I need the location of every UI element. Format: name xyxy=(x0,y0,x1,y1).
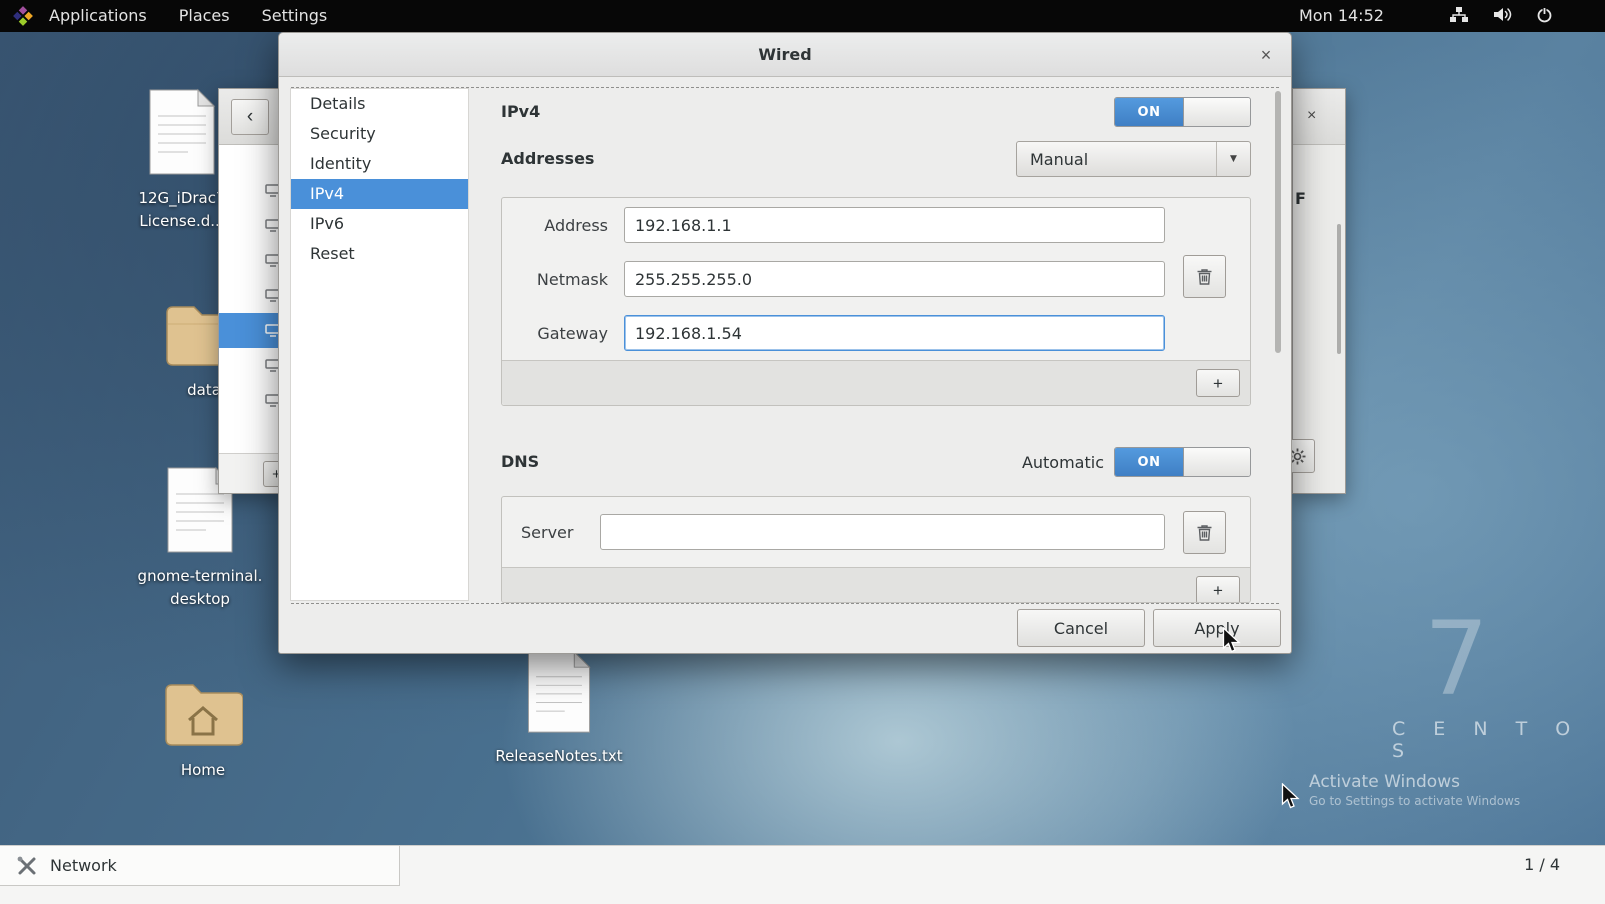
label-line1: 12G_iDrac7 xyxy=(138,189,225,207)
desktop-icon-label: Home xyxy=(181,759,225,782)
add-dns-server-button[interactable]: + xyxy=(1196,576,1240,603)
ipv4-heading: IPv4 xyxy=(501,102,540,121)
addresses-group: Address Netmask Gateway + xyxy=(501,197,1251,406)
dns-group: Server + xyxy=(501,496,1251,603)
toggle-knob xyxy=(1183,98,1250,126)
power-icon[interactable] xyxy=(1536,6,1553,27)
gateway-input[interactable] xyxy=(624,315,1165,351)
address-label: Address xyxy=(521,216,608,235)
menu-applications[interactable]: Applications xyxy=(33,0,163,32)
sidebar-item-ipv4[interactable]: IPv4 xyxy=(291,179,468,209)
home-folder-icon xyxy=(163,678,243,748)
background-window-titlebar xyxy=(1293,89,1345,145)
partial-off-label: F xyxy=(1295,189,1306,208)
dns-automatic-label: Automatic xyxy=(939,453,1104,472)
cancel-button[interactable]: Cancel xyxy=(1017,609,1145,647)
label-line2: License.d... xyxy=(139,212,224,230)
label-line1: Home xyxy=(181,761,225,779)
dns-server-input[interactable] xyxy=(600,514,1165,550)
delete-address-button[interactable] xyxy=(1183,255,1226,298)
dialog-title: Wired xyxy=(758,45,811,64)
dialog-sidebar: Details Security Identity IPv4 IPv6 Rese… xyxy=(290,88,469,601)
dns-footer: + xyxy=(502,567,1250,603)
desktop-icon-label: data xyxy=(187,379,221,402)
clock[interactable]: Mon 14:52 xyxy=(1299,0,1384,32)
toggle-on-label: ON xyxy=(1115,448,1183,476)
sidebar-item-identity[interactable]: Identity xyxy=(291,149,468,179)
addresses-footer: + xyxy=(502,360,1250,405)
server-label: Server xyxy=(521,523,584,542)
chevron-down-icon: ▼ xyxy=(1216,142,1250,176)
document-icon xyxy=(521,650,597,734)
address-row: Address xyxy=(502,198,1250,252)
activate-windows-text: Activate Windows xyxy=(1309,772,1460,792)
close-icon[interactable]: × xyxy=(1251,40,1281,70)
sidebar-item-reset[interactable]: Reset xyxy=(291,239,468,269)
close-icon[interactable]: × xyxy=(1307,107,1316,125)
toggle-on-label: ON xyxy=(1115,98,1183,126)
scroll-edge-dashed-bottom xyxy=(291,603,1279,604)
back-button[interactable]: ‹ xyxy=(231,99,269,135)
label-line1: data xyxy=(187,381,221,399)
sidebar-item-security[interactable]: Security xyxy=(291,119,468,149)
dialog-titlebar[interactable]: Wired xyxy=(279,33,1291,77)
menu-settings[interactable]: Settings xyxy=(246,0,344,32)
toggle-knob xyxy=(1183,448,1250,476)
top-panel: Applications Places Settings Mon 14:52 xyxy=(0,0,1605,32)
add-address-button[interactable]: + xyxy=(1196,369,1240,397)
bottom-taskbar: Network 1 / 4 xyxy=(0,845,1605,904)
dropdown-selected-value: Manual xyxy=(1030,150,1088,169)
centos-numeral-watermark: 7 xyxy=(1424,600,1489,719)
scrollbar-thumb[interactable] xyxy=(1337,224,1341,354)
distro-logo-icon xyxy=(13,6,33,26)
document-icon xyxy=(144,88,220,176)
desktop-icon-label: ReleaseNotes.txt xyxy=(495,745,622,768)
taskbar-window-network[interactable]: Network xyxy=(0,846,400,886)
sidebar-item-details[interactable]: Details xyxy=(291,89,468,119)
delete-dns-server-button[interactable] xyxy=(1183,511,1226,554)
tools-icon xyxy=(16,855,38,877)
trash-icon xyxy=(1196,268,1213,286)
menu-places[interactable]: Places xyxy=(163,0,246,32)
netmask-input[interactable] xyxy=(624,261,1165,297)
desktop-icon-home-folder[interactable]: Home xyxy=(123,678,283,782)
system-tray xyxy=(1449,0,1553,32)
background-window-right: × F xyxy=(1292,88,1346,494)
dialog-scrollbar-thumb[interactable] xyxy=(1275,91,1281,353)
wired-dialog: Wired × Details Security Identity IPv4 I… xyxy=(278,32,1292,654)
address-input[interactable] xyxy=(624,207,1165,243)
label-line1: ReleaseNotes.txt xyxy=(495,747,622,765)
workspace-pager[interactable]: 1 / 4 xyxy=(1524,855,1560,874)
label-line1: gnome-terminal. xyxy=(138,567,263,585)
ipv4-toggle[interactable]: ON xyxy=(1114,97,1251,127)
dns-toggle[interactable]: ON xyxy=(1114,447,1251,477)
addresses-heading: Addresses xyxy=(501,149,594,168)
taskbar-window-label: Network xyxy=(50,856,117,875)
label-line2: desktop xyxy=(170,590,230,608)
dns-heading: DNS xyxy=(501,452,539,471)
activate-windows-subtext: Go to Settings to activate Windows xyxy=(1309,794,1520,808)
addresses-method-dropdown[interactable]: Manual ▼ xyxy=(1016,141,1251,177)
dns-server-row: Server xyxy=(502,497,1250,567)
netmask-row: Netmask xyxy=(502,252,1250,306)
gateway-label: Gateway xyxy=(521,324,608,343)
desktop-icon-label: gnome-terminal. desktop xyxy=(138,565,263,610)
centos-brand-watermark: C E N T O S xyxy=(1392,718,1605,762)
desktop-icon-releasenotes[interactable]: ReleaseNotes.txt xyxy=(479,650,639,768)
gateway-row: Gateway xyxy=(502,306,1250,360)
trash-icon xyxy=(1196,524,1213,542)
apply-button[interactable]: Apply xyxy=(1153,609,1281,647)
desktop-icon-label: 12G_iDrac7 License.d... xyxy=(138,187,225,232)
network-icon[interactable] xyxy=(1449,6,1469,27)
volume-icon[interactable] xyxy=(1492,6,1513,27)
netmask-label: Netmask xyxy=(521,270,608,289)
sidebar-item-ipv6[interactable]: IPv6 xyxy=(291,209,468,239)
